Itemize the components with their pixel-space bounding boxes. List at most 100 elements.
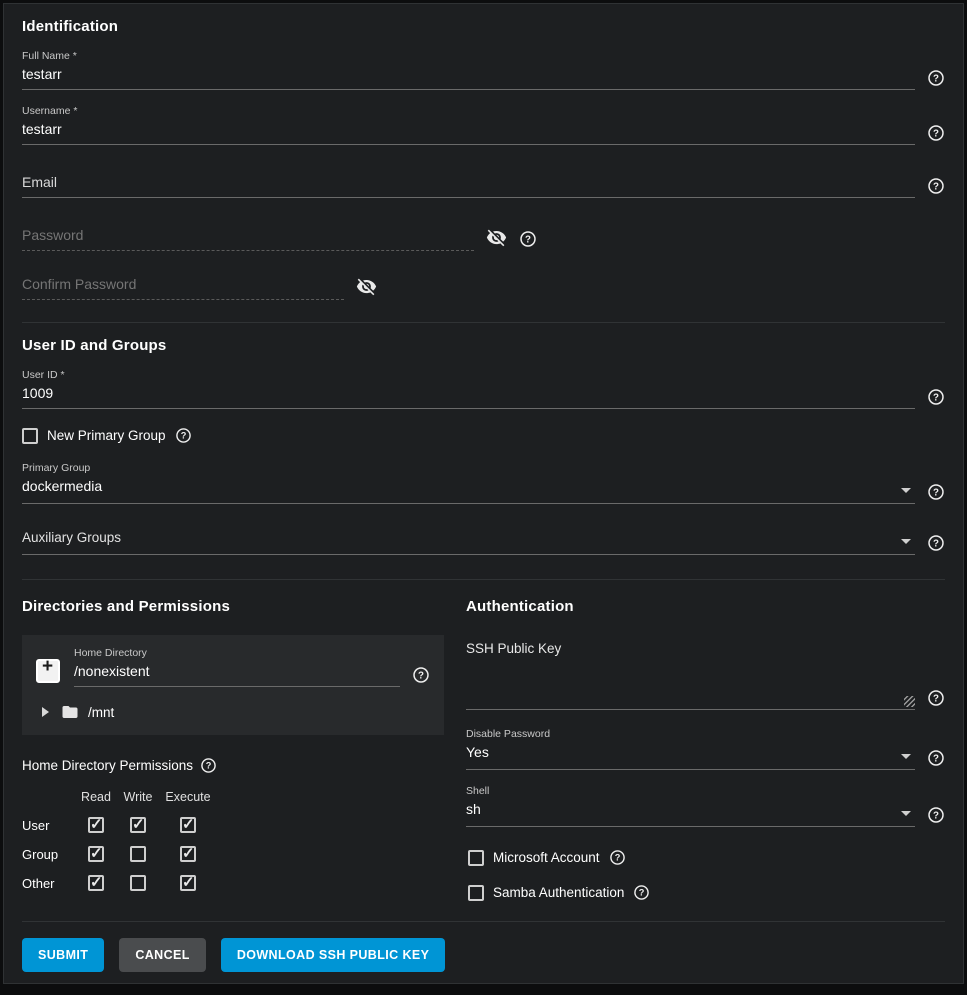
resize-handle[interactable] [904,696,915,707]
full-name-label: Full Name * [22,50,915,62]
section-user-id-groups: User ID and Groups User ID * ? New Prima… [4,327,963,584]
password-input[interactable] [22,224,474,251]
visibility-off-icon[interactable] [356,276,377,297]
identification-title: Identification [22,18,945,35]
svg-text:?: ? [639,888,645,898]
group-write-checkbox[interactable] [130,846,146,862]
help-icon[interactable]: ? [927,534,945,552]
submit-button[interactable]: SUBMIT [22,938,104,972]
help-icon[interactable]: ? [633,884,650,901]
svg-text:?: ? [933,538,939,549]
group-execute-checkbox[interactable] [180,846,196,862]
user-read-checkbox[interactable] [88,817,104,833]
help-icon[interactable]: ? [200,757,217,774]
divider [22,579,945,580]
new-primary-group-label: New Primary Group [47,428,166,443]
chevron-down-icon [901,754,911,759]
svg-text:?: ? [933,392,939,403]
user-write-checkbox[interactable] [130,817,146,833]
new-primary-group-checkbox-row[interactable]: New Primary Group ? [22,427,945,444]
password-field: ? [22,224,945,251]
help-icon[interactable]: ? [519,230,537,248]
svg-text:?: ? [933,181,939,192]
tree-item-mnt[interactable]: /mnt [36,703,430,721]
disable-password-value: Yes [466,744,489,760]
divider [22,322,945,323]
user-id-label: User ID * [22,369,915,381]
help-icon[interactable]: ? [927,124,945,142]
new-primary-group-checkbox[interactable] [22,428,38,444]
confirm-password-field [22,273,945,300]
username-input[interactable] [22,118,915,145]
help-icon[interactable]: ? [927,388,945,406]
help-icon[interactable]: ? [609,849,626,866]
svg-text:?: ? [933,487,939,498]
primary-group-value: dockermedia [22,478,102,494]
help-icon[interactable]: ? [927,69,945,87]
group-read-checkbox[interactable] [88,846,104,862]
shell-field: Shell sh ? [466,785,945,827]
perm-row-other: Other [22,876,76,891]
other-read-checkbox[interactable] [88,875,104,891]
visibility-off-icon[interactable] [486,227,507,248]
add-folder-icon[interactable] [36,659,60,683]
download-ssh-public-key-button[interactable]: DOWNLOAD SSH PUBLIC KEY [221,938,446,972]
microsoft-account-checkbox-row[interactable]: Microsoft Account ? [466,849,945,866]
help-icon[interactable]: ? [927,177,945,195]
perm-row-user: User [22,818,76,833]
disable-password-label: Disable Password [466,728,915,740]
help-icon[interactable]: ? [927,689,945,707]
other-execute-checkbox[interactable] [180,875,196,891]
perm-col-execute: Execute [160,790,216,804]
ssh-public-key-textarea[interactable] [466,656,915,710]
section-identification: Identification Full Name * ? Username * … [4,4,963,327]
ssh-public-key-label: SSH Public Key [466,641,945,656]
microsoft-account-checkbox[interactable] [468,850,484,866]
confirm-password-input[interactable] [22,273,344,300]
primary-group-field: Primary Group dockermedia ? [22,462,945,504]
permissions-header: Home Directory Permissions ? [22,757,444,774]
permissions-title: Home Directory Permissions [22,758,193,773]
shell-select[interactable]: sh [466,798,915,827]
directories-title: Directories and Permissions [22,598,444,615]
samba-authentication-checkbox-row[interactable]: Samba Authentication ? [466,884,945,901]
user-id-groups-title: User ID and Groups [22,337,945,354]
perm-col-read: Read [76,790,116,804]
chevron-down-icon [901,811,911,816]
column-authentication: Authentication SSH Public Key ? Disable … [466,598,945,901]
svg-text:?: ? [933,693,939,704]
user-execute-checkbox[interactable] [180,817,196,833]
cancel-button[interactable]: CANCEL [119,938,205,972]
help-icon[interactable]: ? [175,427,192,444]
column-directories: Directories and Permissions Home Directo… [22,598,466,901]
email-field: ? [22,171,945,198]
other-write-checkbox[interactable] [130,875,146,891]
primary-group-select[interactable]: dockermedia [22,475,915,504]
shell-value: sh [466,801,481,817]
caret-right-icon[interactable] [42,707,49,717]
svg-text:?: ? [614,853,620,863]
email-input[interactable] [22,171,915,198]
chevron-down-icon [901,488,911,493]
authentication-title: Authentication [466,598,945,615]
user-id-input[interactable] [22,382,915,409]
username-field: Username * ? [22,105,945,145]
folder-icon [61,703,79,721]
samba-authentication-checkbox[interactable] [468,885,484,901]
help-icon[interactable]: ? [927,806,945,824]
help-icon[interactable]: ? [927,483,945,501]
svg-text:?: ? [933,128,939,139]
full-name-field: Full Name * ? [22,50,945,90]
svg-text:?: ? [206,761,212,771]
username-label: Username * [22,105,915,117]
svg-text:?: ? [933,753,939,764]
perm-col-write: Write [116,790,160,804]
disable-password-field: Disable Password Yes ? [466,728,945,770]
full-name-input[interactable] [22,63,915,90]
disable-password-select[interactable]: Yes [466,741,915,770]
help-icon[interactable]: ? [927,749,945,767]
user-form-card: Identification Full Name * ? Username * … [3,3,964,984]
auxiliary-groups-select[interactable]: Auxiliary Groups [22,526,915,555]
help-icon[interactable]: ? [412,666,430,684]
home-directory-input[interactable] [74,660,400,687]
